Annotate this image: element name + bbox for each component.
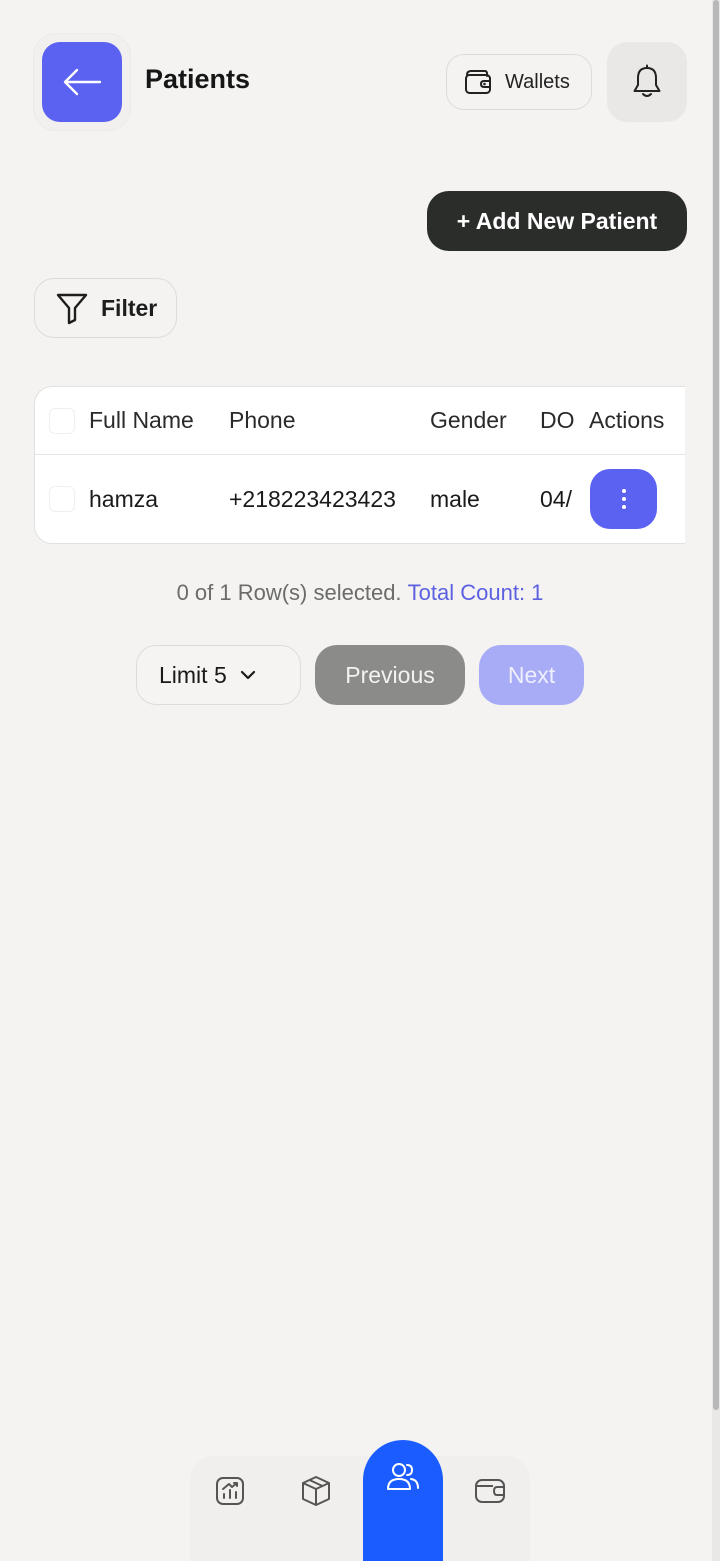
wallet-icon (475, 1479, 505, 1503)
page-scrollbar[interactable] (712, 0, 720, 1561)
column-header-dob[interactable]: DO (540, 407, 575, 434)
nav-item-packages[interactable] (276, 1451, 356, 1531)
cell-full-name: hamza (89, 486, 159, 512)
more-vertical-icon (621, 489, 626, 509)
filter-label: Filter (101, 294, 158, 321)
next-page-button[interactable]: Next (479, 645, 584, 705)
back-button[interactable] (42, 42, 122, 122)
cell-phone: +218223423423 (229, 486, 396, 512)
wallets-button[interactable]: Wallets (446, 54, 592, 110)
cell-dob: 04/ (540, 486, 572, 512)
patients-table: Full Name Phone Gender DO Actions hamza … (34, 386, 685, 544)
bottom-navigation (190, 1440, 530, 1561)
cell-gender: male (430, 486, 480, 512)
analytics-icon (216, 1477, 244, 1505)
table-header: Full Name Phone Gender DO Actions (35, 387, 685, 455)
filter-icon (56, 293, 88, 325)
selected-rows-text: 0 of 1 Row(s) selected. (176, 580, 402, 605)
column-header-gender[interactable]: Gender (430, 407, 507, 434)
selection-summary: 0 of 1 Row(s) selected. Total Count: 1 (0, 580, 720, 606)
users-icon (387, 1463, 419, 1490)
page-scrollbar-thumb[interactable] (713, 0, 719, 1410)
package-icon (302, 1476, 330, 1506)
select-all-checkbox[interactable] (49, 408, 75, 434)
nav-item-analytics[interactable] (190, 1451, 270, 1531)
column-header-phone[interactable]: Phone (229, 407, 296, 434)
previous-page-button[interactable]: Previous (315, 645, 465, 705)
table-row[interactable]: hamza +218223423423 male 04/ (35, 456, 685, 543)
chevron-down-icon (240, 670, 255, 680)
limit-select[interactable]: Limit 5 (136, 645, 301, 705)
column-header-full-name[interactable]: Full Name (89, 407, 194, 434)
limit-label: Limit 5 (159, 661, 227, 688)
notifications-button[interactable] (607, 42, 687, 122)
nav-item-wallet[interactable] (450, 1451, 530, 1531)
filter-button[interactable]: Filter (34, 278, 177, 338)
bell-icon (633, 64, 661, 97)
wallet-icon (465, 70, 491, 94)
arrow-left-icon (63, 68, 102, 96)
column-header-actions: Actions (589, 407, 665, 433)
row-actions-button[interactable] (590, 469, 657, 529)
total-count-text: Total Count: 1 (407, 580, 544, 605)
page-title: Patients (145, 64, 251, 94)
nav-item-patients[interactable] (363, 1440, 443, 1561)
back-button-frame (34, 34, 130, 130)
add-new-patient-button[interactable]: + Add New Patient (427, 191, 687, 251)
row-checkbox[interactable] (49, 486, 75, 512)
wallets-label: Wallets (505, 70, 570, 93)
